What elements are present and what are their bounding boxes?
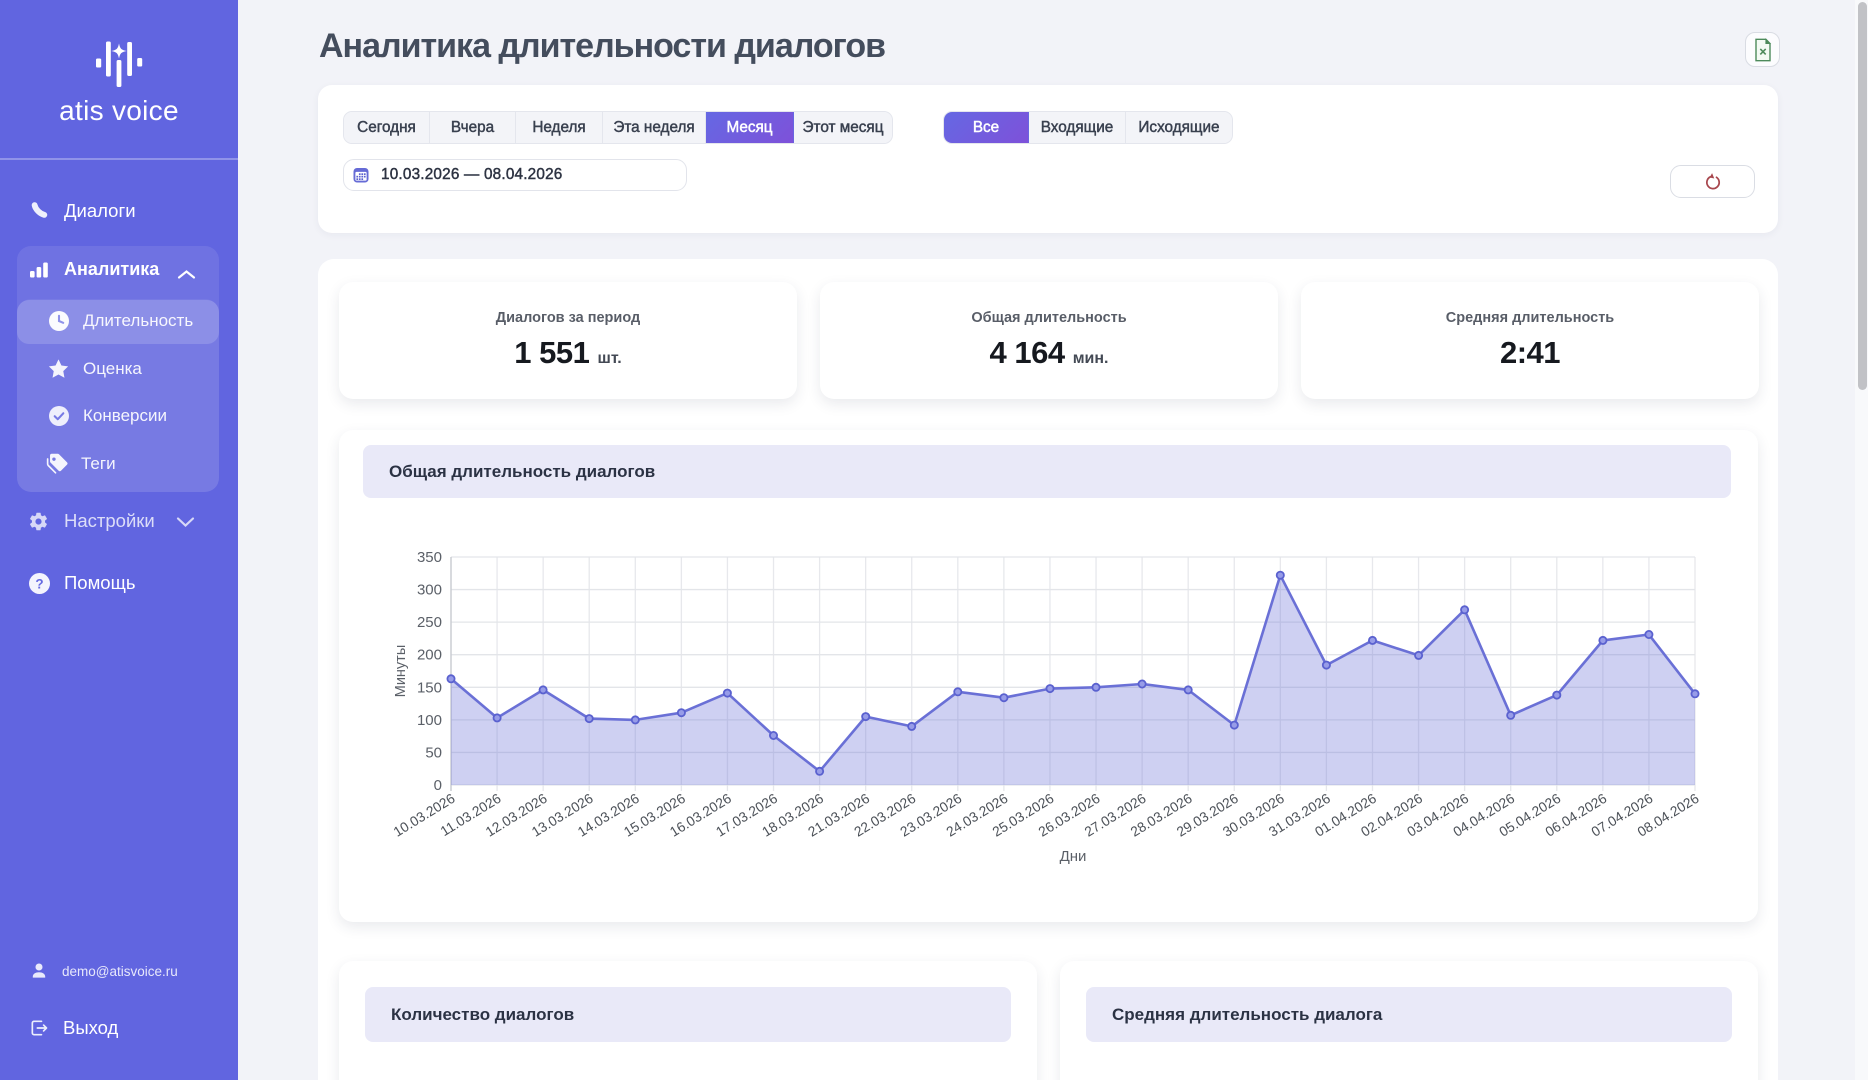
svg-text:50: 50 xyxy=(425,744,442,761)
svg-text:200: 200 xyxy=(417,647,442,664)
svg-text:250: 250 xyxy=(417,614,442,631)
svg-text:Дни: Дни xyxy=(1060,848,1087,865)
svg-text:0: 0 xyxy=(434,777,442,794)
svg-text:Минуты: Минуты xyxy=(393,645,409,698)
svg-text:150: 150 xyxy=(417,679,442,696)
svg-text:300: 300 xyxy=(417,582,442,599)
svg-text:350: 350 xyxy=(417,549,442,566)
svg-text:100: 100 xyxy=(417,712,442,729)
svg-text:?: ? xyxy=(35,576,43,591)
